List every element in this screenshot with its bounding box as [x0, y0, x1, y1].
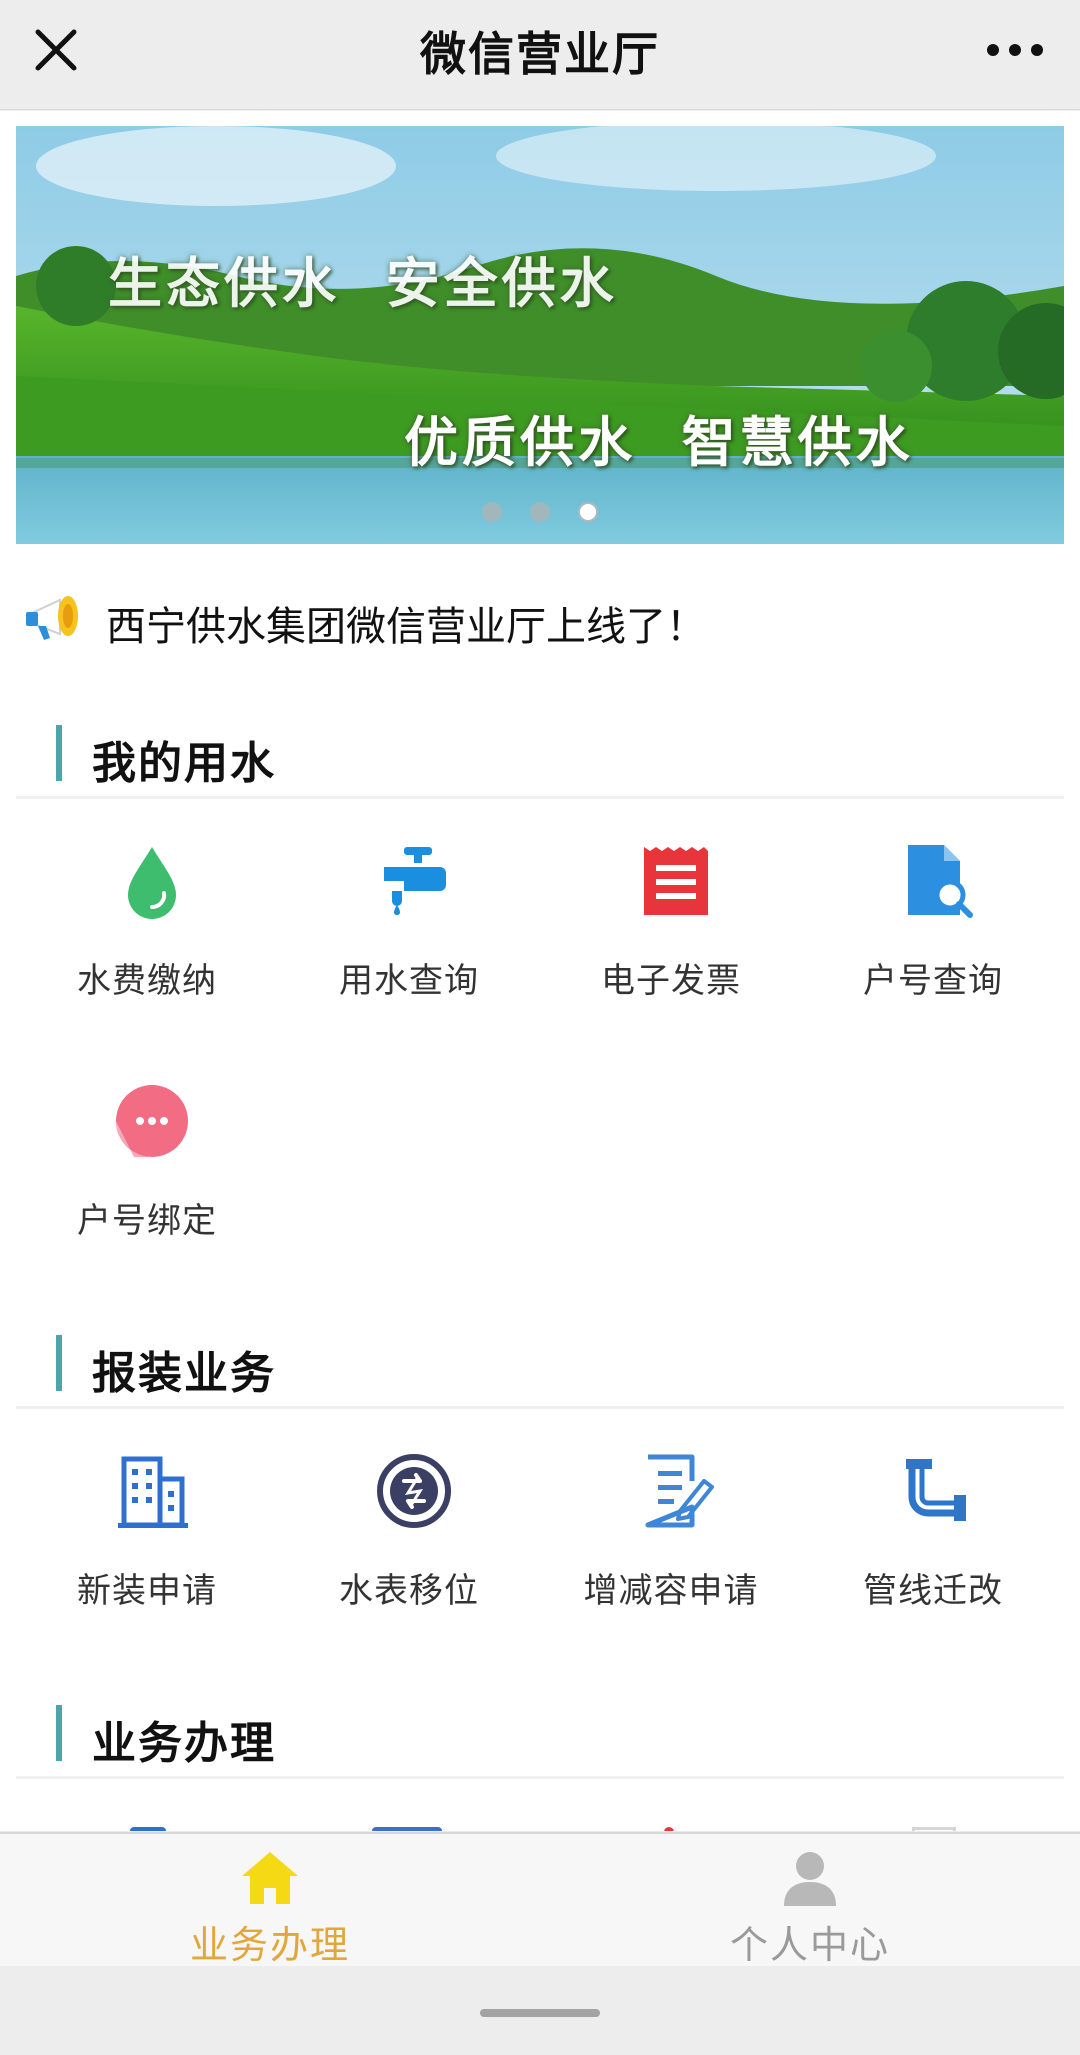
home-icon	[238, 1846, 302, 1910]
menu-item-label: 用水查询	[339, 961, 479, 1001]
section-title: 我的用水	[92, 738, 276, 789]
menu-item-bind-account[interactable]: 户号绑定	[16, 1081, 278, 1281]
nav-bar: 微信营业厅	[0, 0, 1080, 110]
menu-item-water-usage-query[interactable]: 用水查询	[278, 841, 540, 1041]
menu-item-pay-water-bill[interactable]: 水费缴纳	[16, 841, 278, 1041]
menu-item-capacity-change[interactable]: 增减容申请	[540, 1451, 802, 1651]
section-accent-bar	[56, 725, 62, 781]
carousel-dot[interactable]	[530, 502, 550, 522]
section-title: 报装业务	[92, 1348, 276, 1399]
megaphone-icon	[20, 582, 92, 654]
home-indicator[interactable]	[480, 2009, 600, 2017]
menu-item-account-query[interactable]: 户号查询	[802, 841, 1064, 1041]
section-title: 业务办理	[92, 1718, 276, 1769]
receipt-icon	[636, 841, 716, 921]
menu-item-label: 户号查询	[863, 961, 1003, 1001]
section-header-business: 业务办理	[16, 1691, 1064, 1779]
menu-item-label: 水费缴纳	[77, 961, 217, 1001]
menu-item-meter-relocation[interactable]: 水表移位	[278, 1451, 540, 1651]
system-home-bar	[0, 1966, 1080, 2055]
carousel-dot[interactable]	[482, 502, 502, 522]
page-title: 微信营业厅	[420, 27, 660, 81]
notice-text: 西宁供水集团微信营业厅上线了！	[106, 604, 706, 650]
menu-item-label: 管线迁改	[863, 1571, 1003, 1611]
menu-item-label: 新装申请	[77, 1571, 217, 1611]
document-search-icon	[898, 841, 978, 921]
section-accent-bar	[56, 1335, 62, 1391]
water-drop-icon	[112, 841, 192, 921]
faucet-icon	[374, 841, 454, 921]
pipe-icon	[898, 1451, 978, 1531]
tab-label: 个人中心	[729, 1923, 890, 1967]
edit-document-icon	[636, 1451, 716, 1531]
section-header-installation: 报装业务	[16, 1321, 1064, 1409]
tab-personal-center[interactable]: 个人中心	[540, 1834, 1080, 1968]
menu-item-e-invoice[interactable]: 电子发票	[540, 841, 802, 1041]
more-options-icon[interactable]	[980, 22, 1050, 78]
partial-icon-row	[0, 1821, 1080, 1831]
person-icon	[778, 1846, 842, 1910]
tab-label: 业务办理	[189, 1923, 350, 1967]
tab-business[interactable]: 业务办理	[0, 1834, 540, 1968]
main-content[interactable]: 生态供水 安全供水 优质供水 智慧供水 西宁供水集团微信营业厅上线了！ 我的用水	[0, 111, 1080, 1831]
banner-image	[16, 126, 1064, 544]
menu-item-pipeline-relocation[interactable]: 管线迁改	[802, 1451, 1064, 1651]
menu-item-label: 电子发票	[601, 961, 741, 1001]
banner-caption-line2: 优质供水 智慧供水	[404, 410, 914, 474]
menu-item-new-installation[interactable]: 新装申请	[16, 1451, 278, 1651]
section-header-my-water: 我的用水	[16, 711, 1064, 799]
chat-bubble-icon	[112, 1081, 192, 1161]
building-icon	[112, 1451, 192, 1531]
transfer-icon	[374, 1451, 454, 1531]
carousel-indicator	[482, 502, 598, 522]
menu-item-label: 户号绑定	[77, 1201, 217, 1241]
notice-bar[interactable]: 西宁供水集团微信营业厅上线了！	[0, 576, 1080, 676]
menu-item-label: 水表移位	[339, 1571, 479, 1611]
carousel-dot-active[interactable]	[578, 502, 598, 522]
banner-carousel[interactable]: 生态供水 安全供水 优质供水 智慧供水	[16, 126, 1064, 544]
tab-bar: 业务办理 个人中心	[0, 1832, 1080, 1968]
banner-caption-line1: 生态供水 安全供水	[108, 251, 618, 315]
section-accent-bar	[56, 1705, 62, 1761]
menu-item-label: 增减容申请	[583, 1571, 759, 1611]
